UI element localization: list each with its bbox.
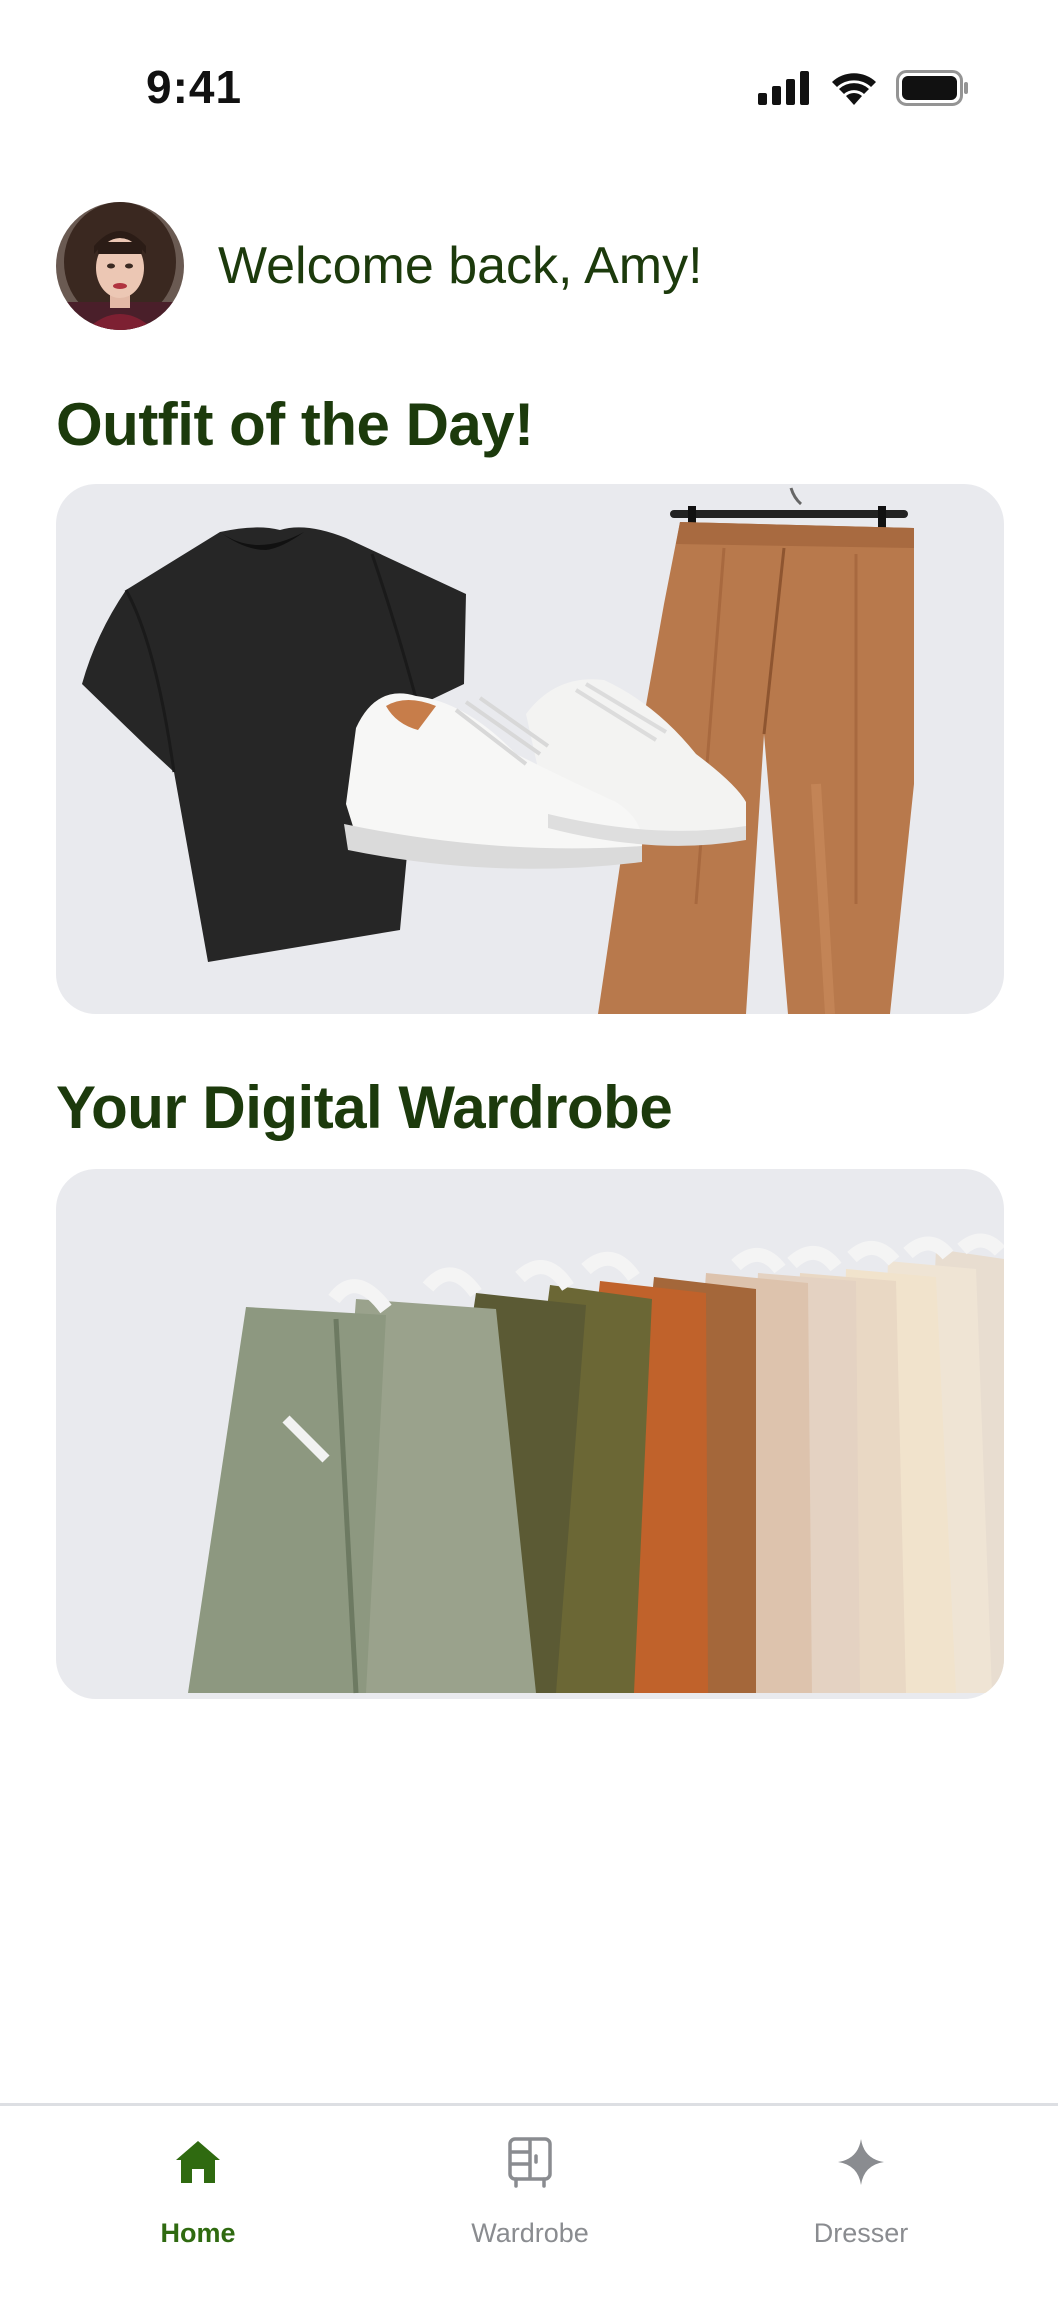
tab-home[interactable]: Home bbox=[88, 2132, 308, 2249]
outfit-of-the-day-card[interactable] bbox=[56, 484, 1004, 1014]
status-time: 9:41 bbox=[146, 61, 243, 113]
digital-wardrobe-card[interactable] bbox=[56, 1169, 1004, 1699]
tab-home-label: Home bbox=[160, 2218, 236, 2248]
wifi-icon bbox=[832, 73, 876, 105]
tab-dresser[interactable]: Dresser bbox=[751, 2132, 971, 2249]
clothing-rack-image bbox=[188, 1233, 1004, 1694]
wardrobe-icon bbox=[500, 2132, 560, 2192]
welcome-header: Welcome back, Amy! bbox=[56, 202, 703, 330]
status-bar: 9:41 bbox=[0, 0, 1058, 180]
welcome-message: Welcome back, Amy! bbox=[218, 237, 703, 295]
sparkle-icon bbox=[831, 2132, 891, 2192]
status-icons bbox=[758, 70, 970, 106]
cellular-signal-icon bbox=[758, 71, 809, 105]
home-icon bbox=[168, 2132, 228, 2192]
avatar[interactable] bbox=[56, 202, 184, 330]
battery-icon bbox=[896, 70, 968, 106]
wardrobe-section-title: Your Digital Wardrobe bbox=[56, 1074, 673, 1141]
outfit-section-title: Outfit of the Day! bbox=[56, 391, 534, 458]
tab-wardrobe[interactable]: Wardrobe bbox=[420, 2132, 640, 2249]
bottom-tab-bar: Home Wardrobe Dresser bbox=[0, 2103, 1058, 2300]
tab-wardrobe-label: Wardrobe bbox=[471, 2218, 589, 2248]
tab-dresser-label: Dresser bbox=[813, 2218, 909, 2248]
